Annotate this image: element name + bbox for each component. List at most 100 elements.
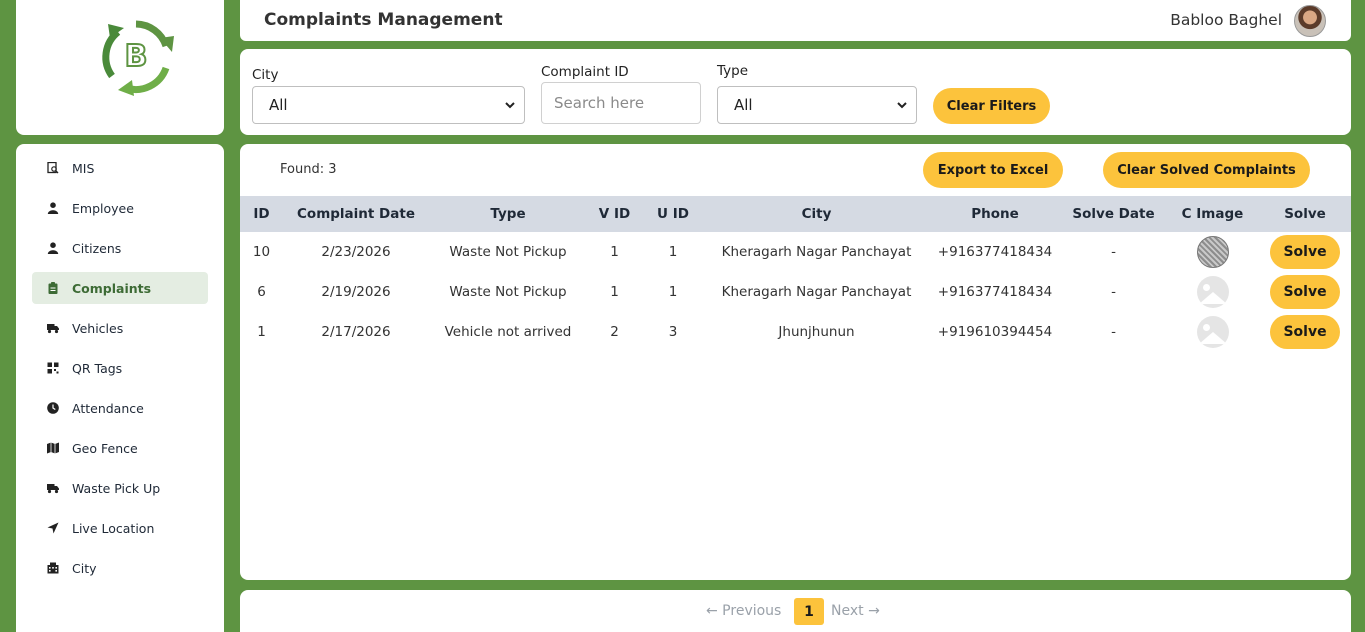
city-select-value: All bbox=[269, 96, 288, 114]
cell-phone: +919610394454 bbox=[937, 324, 1053, 340]
user-name[interactable]: Babloo Baghel bbox=[1170, 11, 1282, 29]
column-header-city[interactable]: City bbox=[704, 196, 929, 232]
sidebar-item-label: Vehicles bbox=[72, 320, 124, 336]
sidebar-item-qr-tags[interactable]: QR Tags bbox=[32, 352, 208, 384]
complaints-table: ID Complaint Date Type V ID U ID City Ph… bbox=[240, 196, 1351, 352]
truck-icon bbox=[46, 321, 60, 335]
truck-icon bbox=[46, 481, 60, 495]
column-header-solve-date[interactable]: Solve Date bbox=[1061, 196, 1166, 232]
complaint-id-label: Complaint ID bbox=[541, 64, 629, 80]
cell-city: Kheragarh Nagar Panchayat bbox=[721, 284, 912, 300]
sidebar-item-label: Geo Fence bbox=[72, 440, 138, 456]
city-select[interactable]: All bbox=[252, 86, 525, 124]
pagination: ← Previous 1 Next → bbox=[240, 590, 1351, 632]
clipboard-icon bbox=[46, 281, 60, 295]
column-header-phone[interactable]: Phone bbox=[929, 196, 1061, 232]
cell-uid: 1 bbox=[668, 284, 678, 300]
report-search-icon bbox=[46, 161, 60, 175]
cell-city: Kheragarh Nagar Panchayat bbox=[721, 244, 912, 260]
cell-type: Waste Not Pickup bbox=[449, 244, 567, 260]
previous-page-button[interactable]: ← Previous bbox=[706, 603, 781, 619]
user-icon bbox=[46, 241, 60, 255]
location-arrow-icon bbox=[46, 521, 60, 535]
sidebar-item-label: Live Location bbox=[72, 520, 155, 536]
sidebar-item-label: Waste Pick Up bbox=[72, 480, 161, 496]
recycle-logo-icon: B bbox=[102, 20, 174, 96]
column-header-uid[interactable]: U ID bbox=[642, 196, 704, 232]
cell-vid: 2 bbox=[610, 324, 619, 340]
clear-filters-button[interactable]: Clear Filters bbox=[933, 88, 1050, 124]
cell-solve-date: - bbox=[1111, 244, 1116, 260]
solve-button[interactable]: Solve bbox=[1270, 315, 1340, 349]
logo-panel: B bbox=[16, 0, 224, 135]
column-header-complaint-date[interactable]: Complaint Date bbox=[283, 196, 429, 232]
sidebar-item-label: Employee bbox=[72, 200, 134, 216]
filters-bar: City All Complaint ID Type All Clear Fil… bbox=[240, 49, 1351, 135]
table-header-row: ID Complaint Date Type V ID U ID City Ph… bbox=[240, 196, 1351, 232]
sidebar-item-label: City bbox=[72, 560, 97, 576]
cell-solve-date: - bbox=[1111, 284, 1116, 300]
next-page-button[interactable]: Next → bbox=[831, 603, 880, 619]
sidebar-item-live-location[interactable]: Live Location bbox=[32, 512, 208, 544]
cell-type: Vehicle not arrived bbox=[444, 324, 572, 340]
cell-vid: 1 bbox=[610, 284, 619, 300]
chevron-down-icon bbox=[897, 102, 907, 109]
qr-code-icon bbox=[46, 361, 60, 375]
cell-uid: 1 bbox=[668, 244, 678, 260]
map-icon bbox=[46, 441, 60, 455]
building-icon bbox=[46, 561, 60, 575]
complaints-table-panel: Found: 3 Export to Excel Clear Solved Co… bbox=[240, 144, 1351, 580]
sidebar-item-citizens[interactable]: Citizens bbox=[32, 232, 208, 264]
type-select[interactable]: All bbox=[717, 86, 917, 124]
sidebar-item-vehicles[interactable]: Vehicles bbox=[32, 312, 208, 344]
column-header-c-image[interactable]: C Image bbox=[1166, 196, 1259, 232]
sidebar-item-label: Attendance bbox=[72, 400, 144, 416]
cell-complaint-date: 2/17/2026 bbox=[321, 324, 391, 340]
image-placeholder-icon[interactable] bbox=[1196, 276, 1229, 308]
cell-phone: +916377418434 bbox=[937, 284, 1053, 300]
complaint-id-search-input[interactable] bbox=[541, 82, 701, 124]
cell-id: 6 bbox=[257, 284, 266, 300]
type-select-value: All bbox=[734, 96, 753, 114]
sidebar-item-label: QR Tags bbox=[72, 360, 123, 376]
cell-id: 10 bbox=[252, 244, 271, 260]
sidebar-item-label: Citizens bbox=[72, 240, 122, 256]
solve-button[interactable]: Solve bbox=[1270, 235, 1340, 269]
column-header-solve[interactable]: Solve bbox=[1259, 196, 1351, 232]
cell-vid: 1 bbox=[610, 244, 619, 260]
city-filter-label: City bbox=[252, 67, 279, 83]
table-row: 6 2/19/2026 Waste Not Pickup 1 1 Kheraga… bbox=[240, 272, 1351, 312]
page-title: Complaints Management bbox=[264, 10, 503, 30]
cell-type: Waste Not Pickup bbox=[449, 284, 567, 300]
solve-button[interactable]: Solve bbox=[1270, 275, 1340, 309]
sidebar-item-employee[interactable]: Employee bbox=[32, 192, 208, 224]
image-placeholder-icon[interactable] bbox=[1196, 316, 1229, 348]
table-row: 10 2/23/2026 Waste Not Pickup 1 1 Kherag… bbox=[240, 232, 1351, 272]
cell-phone: +916377418434 bbox=[937, 244, 1053, 260]
page-number-button[interactable]: 1 bbox=[794, 598, 824, 625]
top-header: Complaints Management Babloo Baghel bbox=[240, 0, 1351, 41]
column-header-vid[interactable]: V ID bbox=[587, 196, 642, 232]
clock-icon bbox=[46, 401, 60, 415]
cell-id: 1 bbox=[257, 324, 266, 340]
sidebar-item-geo-fence[interactable]: Geo Fence bbox=[32, 432, 208, 464]
export-excel-button[interactable]: Export to Excel bbox=[923, 152, 1063, 188]
sidebar-item-complaints[interactable]: Complaints bbox=[32, 272, 208, 304]
chevron-down-icon bbox=[505, 102, 515, 109]
logo-letter: B bbox=[125, 39, 148, 74]
type-filter-label: Type bbox=[717, 63, 749, 79]
sidebar-item-mis[interactable]: MIS bbox=[32, 152, 208, 184]
cell-complaint-date: 2/19/2026 bbox=[321, 284, 391, 300]
user-icon bbox=[46, 201, 60, 215]
cell-complaint-date: 2/23/2026 bbox=[321, 244, 391, 260]
sidebar-item-attendance[interactable]: Attendance bbox=[32, 392, 208, 424]
column-header-type[interactable]: Type bbox=[429, 196, 587, 232]
avatar[interactable] bbox=[1294, 5, 1326, 37]
column-header-id[interactable]: ID bbox=[240, 196, 283, 232]
clear-solved-complaints-button[interactable]: Clear Solved Complaints bbox=[1103, 152, 1310, 188]
sidebar-item-city[interactable]: City bbox=[32, 552, 208, 584]
sidebar-item-waste-pick-up[interactable]: Waste Pick Up bbox=[32, 472, 208, 504]
complaint-image-thumbnail[interactable] bbox=[1196, 236, 1229, 268]
sidebar: MIS Employee Citizens Complaints Vehicle… bbox=[16, 144, 224, 632]
cell-city: Jhunjhunun bbox=[778, 324, 855, 340]
